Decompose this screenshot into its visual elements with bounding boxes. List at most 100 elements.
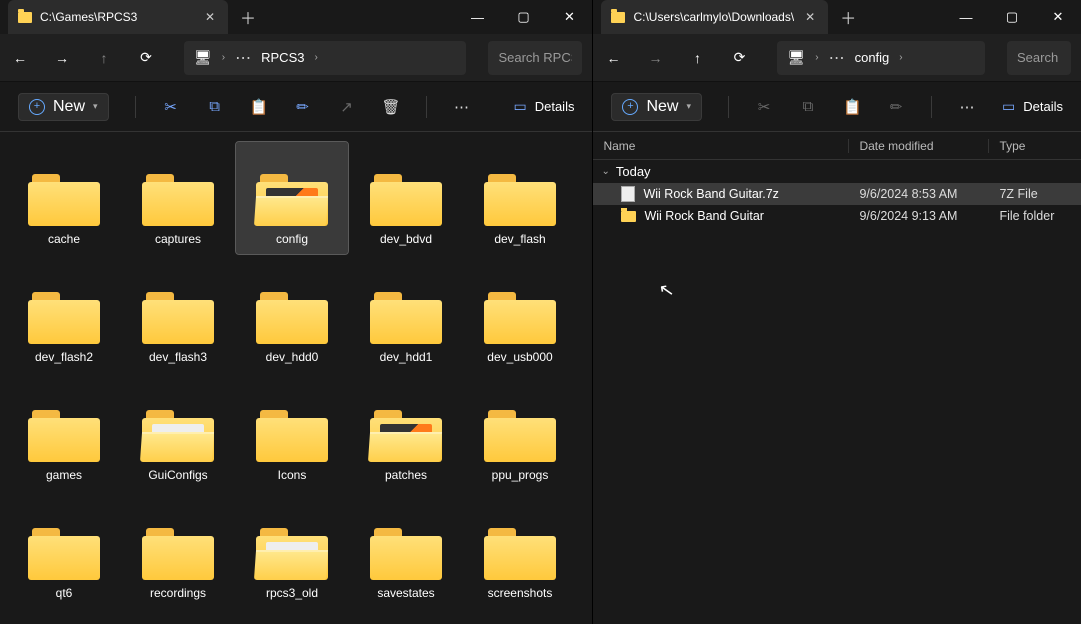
tab-close-icon[interactable]: ✕ xyxy=(802,10,818,24)
folder-icon xyxy=(621,211,636,222)
details-icon: ▭ xyxy=(513,98,526,115)
copy-icon: ⧉ xyxy=(799,98,817,115)
share-icon[interactable]: ↗ xyxy=(338,98,356,116)
delete-icon[interactable]: 🗑 xyxy=(382,98,400,116)
tab-close-icon[interactable]: ✕ xyxy=(202,10,218,24)
list-row[interactable]: Wii Rock Band Guitar9/6/2024 9:13 AMFile… xyxy=(593,205,1081,227)
maximize-button[interactable]: ▢ xyxy=(500,0,546,34)
folder-grid[interactable]: cachecapturesconfigdev_bdvddev_flashdev_… xyxy=(0,132,592,624)
chevron-down-icon: ▾ xyxy=(93,101,98,112)
new-tab-button[interactable]: ＋ xyxy=(228,5,268,29)
list-header[interactable]: Name Date modified Type xyxy=(593,132,1081,160)
cursor-icon: ↖ xyxy=(658,279,677,302)
chevron-icon[interactable]: › xyxy=(899,52,902,63)
column-header-type[interactable]: Type xyxy=(989,139,1081,153)
folder-item[interactable]: dev_flash2 xyxy=(8,260,120,372)
address-bar[interactable]: 🖥 › ⋯ config › xyxy=(777,41,985,75)
forward-button[interactable]: → xyxy=(52,50,72,66)
back-button[interactable]: ← xyxy=(603,50,623,66)
folder-icon xyxy=(370,174,442,226)
toolbar: + New ▾ ✂ ⧉ 📋 ✏ ↗ 🗑 ⋯ ▭ Details xyxy=(0,82,592,132)
overflow-icon[interactable]: ⋯ xyxy=(829,48,845,68)
breadcrumb-segment[interactable]: RPCS3 xyxy=(261,50,304,65)
new-button[interactable]: + New ▾ xyxy=(611,93,702,121)
address-bar[interactable]: 🖥 › ⋯ RPCS3 › xyxy=(184,41,466,75)
window-controls: — ▢ ✕ xyxy=(943,0,1081,34)
close-button[interactable]: ✕ xyxy=(1035,0,1081,34)
folder-item[interactable]: dev_hdd0 xyxy=(236,260,348,372)
cut-icon[interactable]: ✂ xyxy=(162,98,180,116)
file-list[interactable]: ⌄ Today Wii Rock Band Guitar.7z9/6/2024 … xyxy=(593,160,1081,624)
tab[interactable]: C:\Games\RPCS3 ✕ xyxy=(8,0,228,34)
folder-item[interactable]: ppu_progs xyxy=(464,378,576,490)
folder-item[interactable]: savestates xyxy=(350,496,462,608)
more-icon[interactable]: ⋯ xyxy=(958,98,976,116)
minimize-button[interactable]: — xyxy=(454,0,500,34)
separator xyxy=(931,96,932,118)
folder-item[interactable]: patches xyxy=(350,378,462,490)
folder-label: patches xyxy=(385,468,427,482)
paste-icon[interactable]: 📋 xyxy=(250,98,268,116)
folder-icon xyxy=(611,12,625,23)
copy-icon[interactable]: ⧉ xyxy=(206,98,224,115)
separator xyxy=(135,96,136,118)
details-toggle[interactable]: ▭ Details xyxy=(1002,98,1063,115)
separator xyxy=(426,96,427,118)
close-button[interactable]: ✕ xyxy=(546,0,592,34)
folder-item[interactable]: Icons xyxy=(236,378,348,490)
cut-icon: ✂ xyxy=(755,98,773,116)
folder-item[interactable]: dev_usb000 xyxy=(464,260,576,372)
folder-item[interactable]: cache xyxy=(8,142,120,254)
folder-item[interactable]: rpcs3_old xyxy=(236,496,348,608)
titlebar[interactable]: C:\Users\carlmylo\Downloads\ ✕ ＋ — ▢ ✕ xyxy=(593,0,1081,34)
chevron-icon[interactable]: › xyxy=(815,52,818,63)
titlebar[interactable]: C:\Games\RPCS3 ✕ ＋ — ▢ ✕ xyxy=(0,0,592,34)
chevron-down-icon: ⌄ xyxy=(601,166,609,177)
forward-button[interactable]: → xyxy=(645,50,665,66)
folder-item[interactable]: dev_flash xyxy=(464,142,576,254)
folder-label: ppu_progs xyxy=(492,468,549,482)
up-button[interactable]: ↑ xyxy=(94,50,114,66)
more-icon[interactable]: ⋯ xyxy=(453,98,471,116)
folder-item[interactable]: qt6 xyxy=(8,496,120,608)
plus-icon: + xyxy=(622,99,638,115)
refresh-button[interactable]: ⟳ xyxy=(729,49,749,66)
details-toggle[interactable]: ▭ Details xyxy=(513,98,574,115)
folder-item[interactable]: captures xyxy=(122,142,234,254)
chevron-icon[interactable]: › xyxy=(314,52,317,63)
column-header-date[interactable]: Date modified xyxy=(849,139,989,153)
minimize-button[interactable]: — xyxy=(943,0,989,34)
folder-label: savestates xyxy=(377,586,434,600)
folder-icon xyxy=(256,410,328,462)
folder-icon xyxy=(370,292,442,344)
column-header-name[interactable]: Name xyxy=(593,139,849,153)
folder-item[interactable]: dev_bdvd xyxy=(350,142,462,254)
maximize-button[interactable]: ▢ xyxy=(989,0,1035,34)
up-button[interactable]: ↑ xyxy=(687,50,707,66)
plus-icon: + xyxy=(29,99,45,115)
folder-item[interactable]: dev_hdd1 xyxy=(350,260,462,372)
overflow-icon[interactable]: ⋯ xyxy=(235,48,251,68)
tab[interactable]: C:\Users\carlmylo\Downloads\ ✕ xyxy=(601,0,828,34)
refresh-button[interactable]: ⟳ xyxy=(136,49,156,66)
folder-item[interactable]: recordings xyxy=(122,496,234,608)
new-tab-button[interactable]: ＋ xyxy=(828,5,868,29)
folder-label: screenshots xyxy=(488,586,553,600)
search-input[interactable]: Search co xyxy=(1007,41,1071,75)
back-button[interactable]: ← xyxy=(10,50,30,66)
rename-icon[interactable]: ✏ xyxy=(294,98,312,116)
list-row[interactable]: Wii Rock Band Guitar.7z9/6/2024 8:53 AM7… xyxy=(593,183,1081,205)
group-header[interactable]: ⌄ Today xyxy=(593,160,1081,183)
folder-icon xyxy=(484,174,556,226)
new-button[interactable]: + New ▾ xyxy=(18,93,109,121)
folder-item[interactable]: config xyxy=(236,142,348,254)
chevron-icon[interactable]: › xyxy=(222,52,225,63)
folder-item[interactable]: GuiConfigs xyxy=(122,378,234,490)
folder-item[interactable]: games xyxy=(8,378,120,490)
toolbar: + New ▾ ✂ ⧉ 📋 ✏ ⋯ ▭ Details xyxy=(593,82,1081,132)
folder-item[interactable]: dev_flash3 xyxy=(122,260,234,372)
breadcrumb-segment[interactable]: config xyxy=(855,50,890,65)
folder-item[interactable]: screenshots xyxy=(464,496,576,608)
folder-icon xyxy=(28,174,100,226)
search-input[interactable]: Search RPCS3 xyxy=(488,41,582,75)
